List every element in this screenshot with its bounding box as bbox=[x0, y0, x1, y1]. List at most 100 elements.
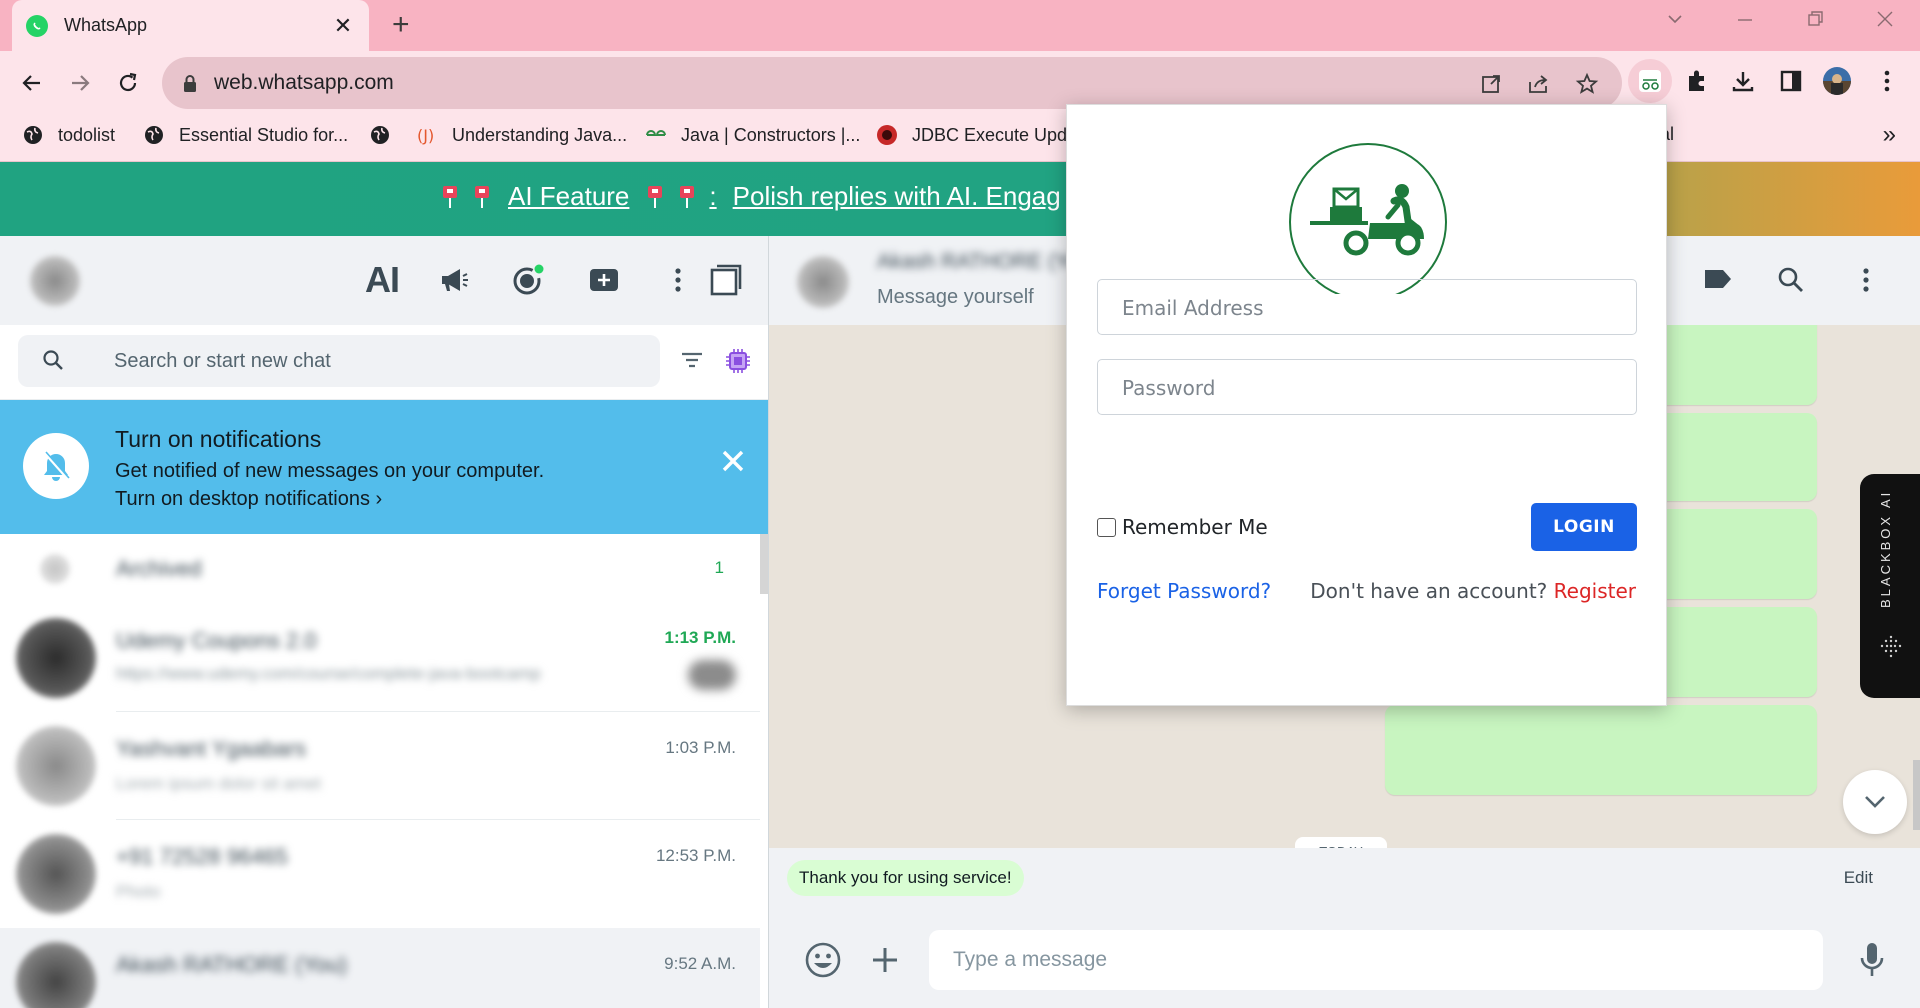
new-community-icon[interactable] bbox=[584, 260, 624, 300]
notification-subtitle: Get notified of new messages on your com… bbox=[115, 460, 545, 482]
gfg-logo-icon bbox=[645, 124, 667, 146]
tab-search-icon[interactable] bbox=[1666, 10, 1684, 28]
chat-list-pane: AI Search or start new chat Turn on noti… bbox=[0, 236, 768, 1008]
bookmark-essential-studio[interactable]: Essential Studio for... bbox=[143, 124, 348, 146]
list-item[interactable]: Akash RATHORE (You) 9:52 A.M. bbox=[0, 928, 760, 1008]
blackbox-label: BLACKBOX AI bbox=[1878, 489, 1893, 608]
pin-icon bbox=[473, 185, 491, 209]
desktop-notifications-link[interactable]: Turn on desktop notifications › bbox=[115, 488, 382, 511]
emoji-icon[interactable] bbox=[805, 942, 841, 978]
back-icon[interactable] bbox=[16, 67, 48, 99]
no-account-text: Don't have an account? bbox=[1310, 579, 1548, 603]
chip-ai-icon[interactable] bbox=[724, 347, 752, 375]
tab-title: WhatsApp bbox=[64, 15, 148, 35]
search-box[interactable] bbox=[18, 335, 660, 387]
password-field[interactable] bbox=[1097, 359, 1637, 415]
blackbox-dots-icon bbox=[1878, 634, 1904, 660]
forget-password-link[interactable]: Forget Password? bbox=[1097, 579, 1271, 603]
address-bar[interactable]: web.whatsapp.com bbox=[162, 57, 1622, 109]
new-chat-icon[interactable] bbox=[706, 260, 746, 300]
contact-avatar[interactable] bbox=[797, 256, 849, 308]
microphone-icon[interactable] bbox=[1859, 942, 1885, 978]
my-avatar[interactable] bbox=[30, 256, 80, 306]
status-icon[interactable] bbox=[508, 260, 548, 300]
list-item[interactable]: Yashvant Ygaabars Lorem ipsum dolor sit … bbox=[0, 712, 760, 820]
extensions-puzzle-icon[interactable] bbox=[1682, 66, 1712, 96]
forward-icon[interactable] bbox=[64, 67, 96, 99]
chat-avatar bbox=[16, 942, 96, 1008]
suggested-reply[interactable]: Thank you for using service! bbox=[787, 860, 1024, 896]
side-panel-icon[interactable] bbox=[1776, 66, 1806, 96]
login-button[interactable]: LOGIN bbox=[1531, 503, 1637, 551]
archived-label: Archived bbox=[116, 556, 202, 581]
tab-close-icon[interactable]: ✕ bbox=[331, 13, 355, 39]
download-icon[interactable] bbox=[1728, 66, 1758, 96]
extension-delivery-icon[interactable] bbox=[1628, 59, 1672, 103]
pin-icon bbox=[646, 185, 664, 209]
tab-strip: WhatsApp ✕ + bbox=[0, 0, 1920, 51]
share-icon[interactable] bbox=[1526, 71, 1552, 97]
blackbox-ai-tab[interactable]: BLACKBOX AI bbox=[1860, 474, 1920, 698]
bookmark-todolist[interactable]: todolist bbox=[22, 124, 115, 146]
message-input[interactable] bbox=[953, 946, 1753, 974]
whatsapp-favicon-icon bbox=[26, 14, 48, 37]
archive-icon bbox=[40, 554, 70, 584]
scroll-down-button[interactable] bbox=[1843, 770, 1907, 834]
remember-checkbox[interactable] bbox=[1097, 517, 1116, 537]
search-row bbox=[0, 325, 768, 400]
date-divider: TODAY bbox=[1295, 837, 1387, 848]
browser-menu-icon[interactable] bbox=[1872, 66, 1902, 96]
register-link[interactable]: Register bbox=[1554, 579, 1636, 603]
svg-text:(J): (J) bbox=[417, 126, 434, 145]
chat-preview: https://www.udemy.com/course/complete-ja… bbox=[116, 664, 541, 683]
bookmarks-more-icon[interactable]: » bbox=[1883, 121, 1896, 149]
contact-subtitle: Message yourself bbox=[877, 286, 1034, 308]
profile-avatar[interactable] bbox=[1822, 66, 1852, 96]
menu-icon[interactable] bbox=[1863, 268, 1869, 292]
search-icon[interactable] bbox=[1777, 266, 1805, 294]
archived-count: 1 bbox=[714, 558, 724, 577]
reload-icon[interactable] bbox=[112, 67, 144, 99]
minimize-icon[interactable] bbox=[1736, 10, 1754, 28]
restore-icon[interactable] bbox=[1806, 10, 1824, 28]
chat-name: Udemy Coupons 2.0 bbox=[116, 628, 317, 653]
chat-list-scrollbar[interactable] bbox=[760, 534, 768, 594]
bookmark-jdbc-execute[interactable]: JDBC Execute Upda bbox=[876, 124, 1077, 146]
chat-avatar bbox=[16, 618, 96, 698]
close-icon[interactable] bbox=[718, 446, 748, 476]
banner-link[interactable]: AI Feature : Polish replies with AI. Eng… bbox=[434, 181, 1061, 212]
archived-row[interactable]: Archived 1 bbox=[0, 534, 760, 604]
attach-plus-icon[interactable] bbox=[871, 946, 899, 974]
messages-scrollbar[interactable] bbox=[1913, 760, 1920, 830]
edit-button[interactable]: Edit bbox=[1844, 868, 1873, 888]
bookmark-globe[interactable] bbox=[369, 124, 405, 146]
remember-me[interactable]: Remember Me bbox=[1097, 515, 1268, 539]
bookmark-star-icon[interactable] bbox=[1574, 71, 1600, 97]
login-popup: Remember Me LOGIN Forget Password? Don't… bbox=[1066, 104, 1667, 706]
banner-feature-label: AI Feature bbox=[508, 181, 630, 211]
remember-label: Remember Me bbox=[1122, 515, 1268, 539]
tab-whatsapp[interactable]: WhatsApp ✕ bbox=[12, 0, 369, 51]
bookmark-understanding-java[interactable]: (J) Understanding Java... bbox=[416, 124, 627, 146]
email-field[interactable] bbox=[1097, 279, 1637, 335]
email-input[interactable] bbox=[1122, 294, 1612, 322]
bookmark-java-constructors[interactable]: Java | Constructors |... bbox=[645, 124, 860, 146]
megaphone-icon[interactable] bbox=[434, 260, 474, 300]
new-tab-button[interactable]: + bbox=[392, 10, 410, 40]
message-bubble[interactable] bbox=[1385, 705, 1817, 795]
filter-icon[interactable] bbox=[680, 349, 704, 371]
list-item[interactable]: Udemy Coupons 2.0 https://www.udemy.com/… bbox=[0, 604, 760, 712]
menu-icon[interactable] bbox=[658, 260, 698, 300]
suggestion-bar: Thank you for using service! Edit bbox=[769, 848, 1920, 910]
chat-name: Yashvant Ygaabars bbox=[116, 736, 306, 761]
open-in-app-icon[interactable] bbox=[1478, 71, 1504, 97]
message-box[interactable] bbox=[929, 930, 1823, 990]
label-icon[interactable] bbox=[1703, 268, 1733, 290]
globe-icon bbox=[22, 124, 44, 146]
search-input[interactable] bbox=[114, 347, 634, 375]
window-close-icon[interactable] bbox=[1876, 10, 1894, 28]
list-item[interactable]: +91 72528 96465 Photo 12:53 P.M. bbox=[0, 820, 760, 928]
password-input[interactable] bbox=[1122, 374, 1612, 402]
chat-preview: Lorem ipsum dolor sit amet bbox=[116, 774, 322, 793]
ai-button[interactable]: AI bbox=[362, 259, 402, 300]
